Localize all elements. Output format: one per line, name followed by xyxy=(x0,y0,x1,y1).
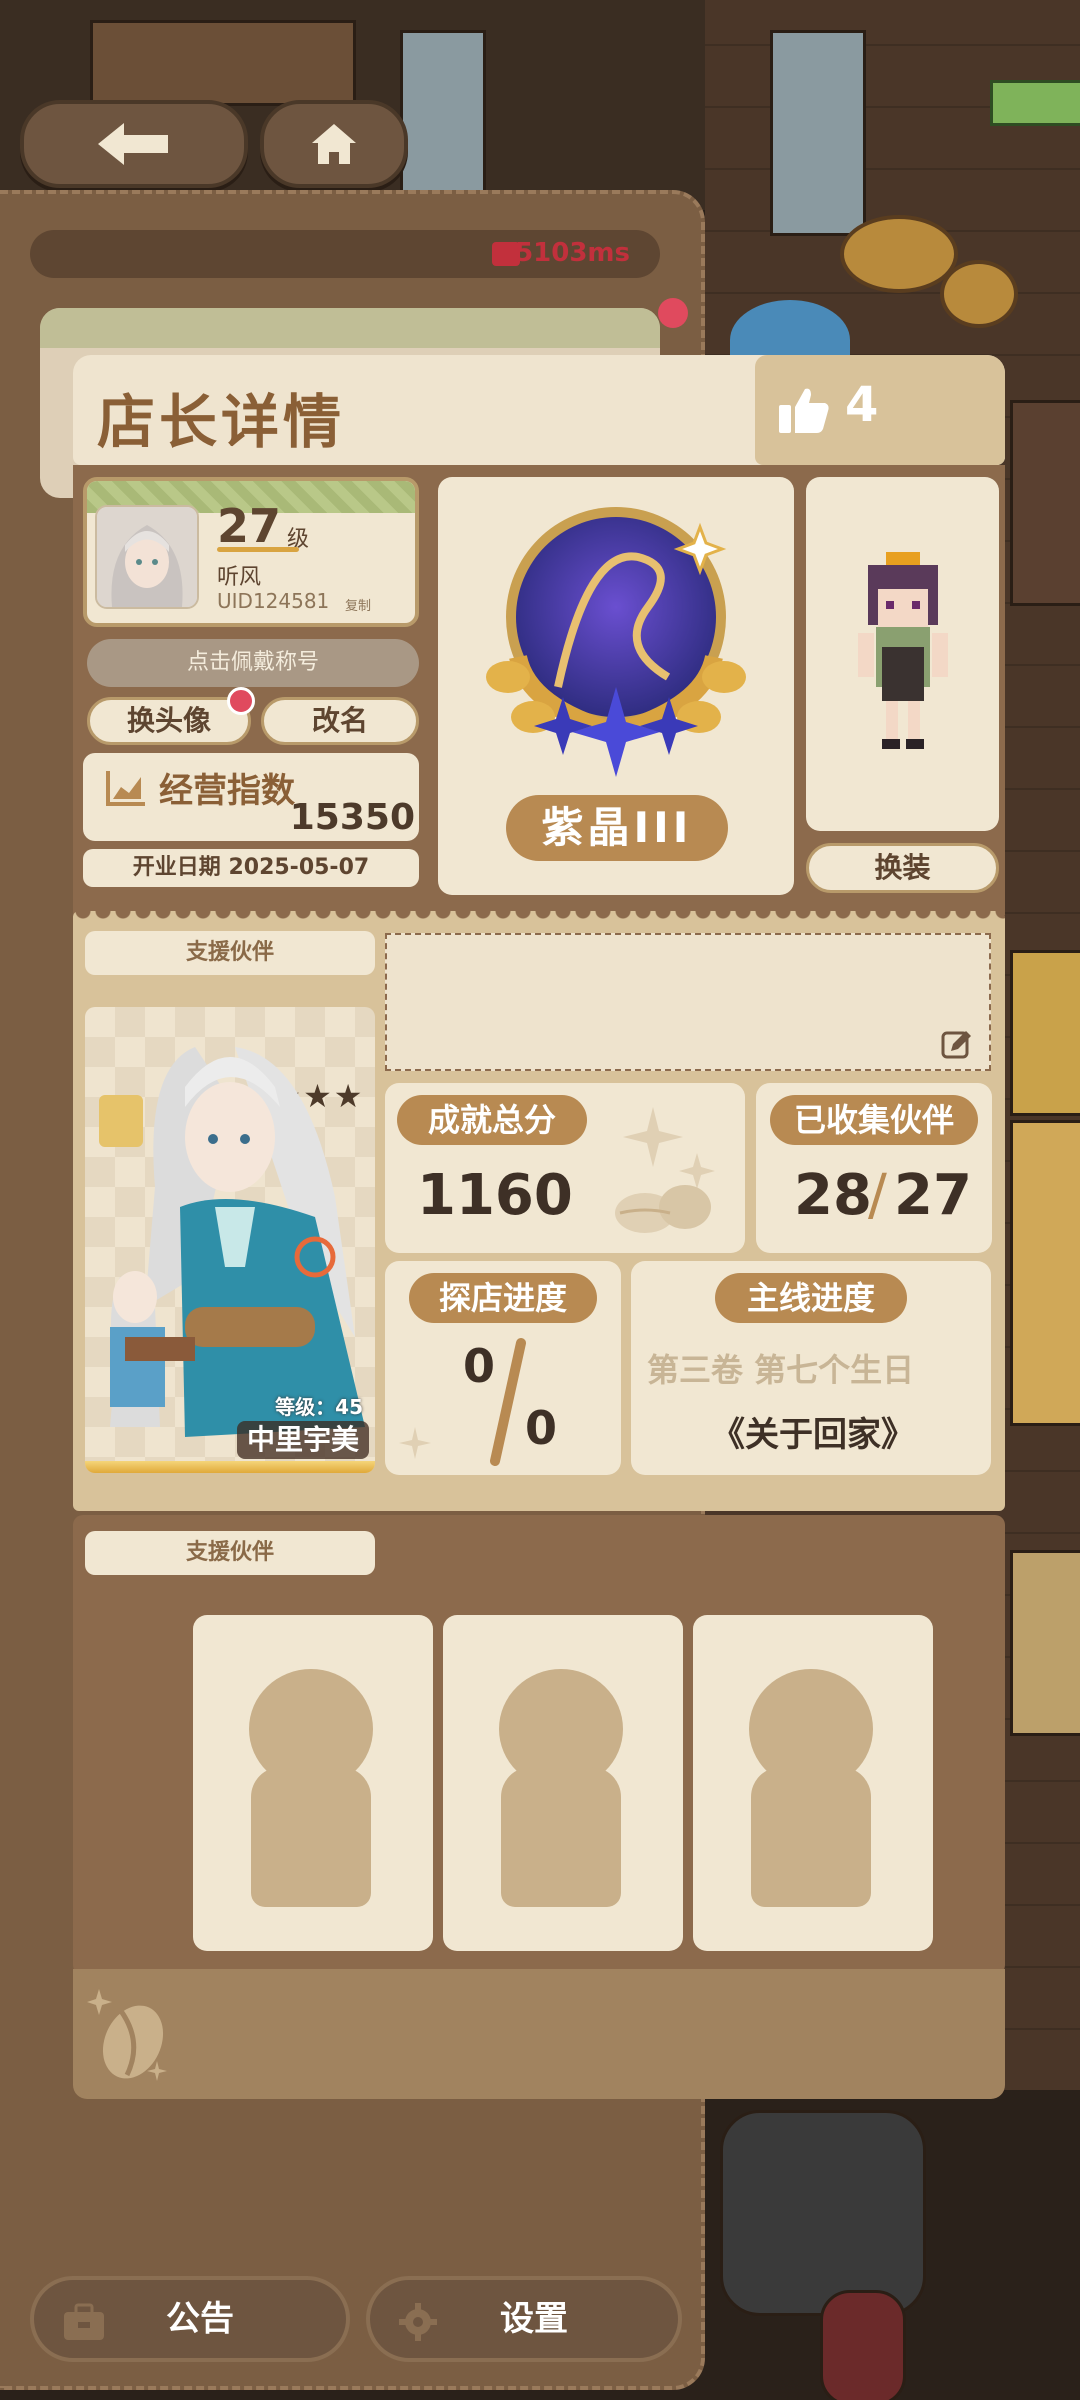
background-window xyxy=(770,30,866,236)
notification-dot xyxy=(658,298,688,328)
settings-label: 设置 xyxy=(500,2299,568,2339)
rank-emblem-icon xyxy=(486,507,746,777)
achievement-score-value: 1160 xyxy=(417,1163,573,1228)
store-manager-detail-panel: 店长详情 4 27 级 听风 UID124581 复制 点击佩戴称号 换头像 改… xyxy=(73,355,1005,2100)
empty-partner-slot[interactable] xyxy=(443,1615,683,1951)
player-uid: UID124581 xyxy=(217,589,330,613)
business-index-label: 经营指数 xyxy=(159,771,295,811)
background-character xyxy=(820,2290,906,2400)
footer-strip xyxy=(73,1969,1005,2099)
background-window xyxy=(400,30,486,196)
store-visit-progress-label: 探店进度 xyxy=(409,1273,597,1323)
support-partner-label: 支援伙伴 xyxy=(85,1531,375,1575)
like-button[interactable]: 4 xyxy=(755,355,1005,465)
player-name: 听风 xyxy=(217,565,262,590)
player-level: 27 xyxy=(217,499,282,553)
character-sprite-icon xyxy=(858,552,948,749)
ping-value: 5103ms xyxy=(515,238,630,268)
chart-icon xyxy=(106,771,145,806)
support-partner-card[interactable]: ★★★★★ 等级：45 中里宇美 xyxy=(85,1007,375,1473)
business-index-card: 经营指数 15350 xyxy=(83,753,419,841)
back-arrow-icon xyxy=(98,123,168,165)
collected-partners-count: 28 xyxy=(794,1163,872,1228)
store-visit-progress-card[interactable]: 探店进度 0 0 xyxy=(385,1261,621,1475)
panel-header: 店长详情 4 xyxy=(73,355,1005,465)
rename-button[interactable]: 改名 xyxy=(261,697,419,745)
profile-card: 27 级 听风 UID124581 复制 xyxy=(83,477,419,627)
background-crate xyxy=(1010,950,1080,1116)
coffee-bean-icon xyxy=(87,1989,167,2081)
sparkle-icon xyxy=(399,1427,431,1459)
background-barrel xyxy=(940,260,1018,328)
avatar[interactable] xyxy=(95,505,199,609)
wear-title-button[interactable]: 点击佩戴称号 xyxy=(87,639,419,687)
store-visit-progress-total: 0 xyxy=(525,1401,558,1455)
signature-memo-box[interactable] xyxy=(385,933,991,1071)
achievement-score-card[interactable]: 成就总分 1160 xyxy=(385,1083,745,1253)
back-button[interactable] xyxy=(20,100,248,188)
collected-partners-total: 27 xyxy=(894,1163,972,1228)
copy-uid-button[interactable]: 复制 xyxy=(345,595,371,614)
rank-name: 紫晶III xyxy=(506,795,728,861)
announcement-button[interactable]: 公告 xyxy=(30,2276,350,2362)
collected-partners-label: 已收集伙伴 xyxy=(770,1095,978,1145)
empty-partner-slot[interactable] xyxy=(693,1615,933,1951)
stats-section: 支援伙伴 ★★★★★ 等级：45 中里宇美 xyxy=(73,911,1005,1511)
page-title: 店长详情 xyxy=(97,388,346,456)
background-lamp xyxy=(1010,1550,1080,1736)
announcement-label: 公告 xyxy=(166,2299,234,2339)
notification-badge xyxy=(227,687,255,715)
coffee-beans-icon xyxy=(615,1107,715,1233)
support-partner-label: 支援伙伴 xyxy=(85,931,375,975)
edit-icon[interactable] xyxy=(941,1029,973,1059)
background-barrel xyxy=(840,215,958,293)
main-story-chapter: 第三卷 第七个生日 xyxy=(647,1351,915,1389)
background-character xyxy=(1010,400,1080,606)
home-icon xyxy=(312,124,356,164)
partner-level: 等级：45 xyxy=(275,1395,363,1419)
collected-partners-card[interactable]: 已收集伙伴 28 / 27 xyxy=(756,1083,992,1253)
network-status-bar: 5103ms xyxy=(30,230,660,278)
main-story-title: 《关于回家》 xyxy=(711,1415,915,1455)
business-index-value: 15350 xyxy=(289,797,415,838)
background-shelf xyxy=(1010,1120,1080,1426)
support-slots-section: 支援伙伴 xyxy=(73,1515,1005,1975)
avatar-portrait-icon xyxy=(97,507,197,607)
empty-partner-slot[interactable] xyxy=(193,1615,433,1951)
open-date: 开业日期 2025-05-07 xyxy=(83,849,419,887)
settings-button[interactable]: 设置 xyxy=(366,2276,682,2362)
achievement-score-label: 成就总分 xyxy=(397,1095,587,1145)
character-sprite-card xyxy=(806,477,999,831)
change-outfit-button[interactable]: 换装 xyxy=(806,843,999,893)
rank-card[interactable]: 紫晶III xyxy=(438,477,794,895)
collected-partners-separator: / xyxy=(868,1163,887,1228)
thumbs-up-icon xyxy=(779,388,829,433)
partner-name: 中里宇美 xyxy=(236,1421,369,1459)
background-shelf xyxy=(90,20,356,106)
main-story-progress-label: 主线进度 xyxy=(715,1273,907,1323)
background-sign xyxy=(990,80,1080,126)
main-story-progress-card[interactable]: 主线进度 第三卷 第七个生日 《关于回家》 xyxy=(631,1261,991,1475)
like-count: 4 xyxy=(845,377,879,433)
profile-section: 27 级 听风 UID124581 复制 点击佩戴称号 换头像 改名 经营指数 … xyxy=(73,465,1005,915)
home-button[interactable] xyxy=(260,100,408,188)
background-character-group xyxy=(720,2110,926,2316)
